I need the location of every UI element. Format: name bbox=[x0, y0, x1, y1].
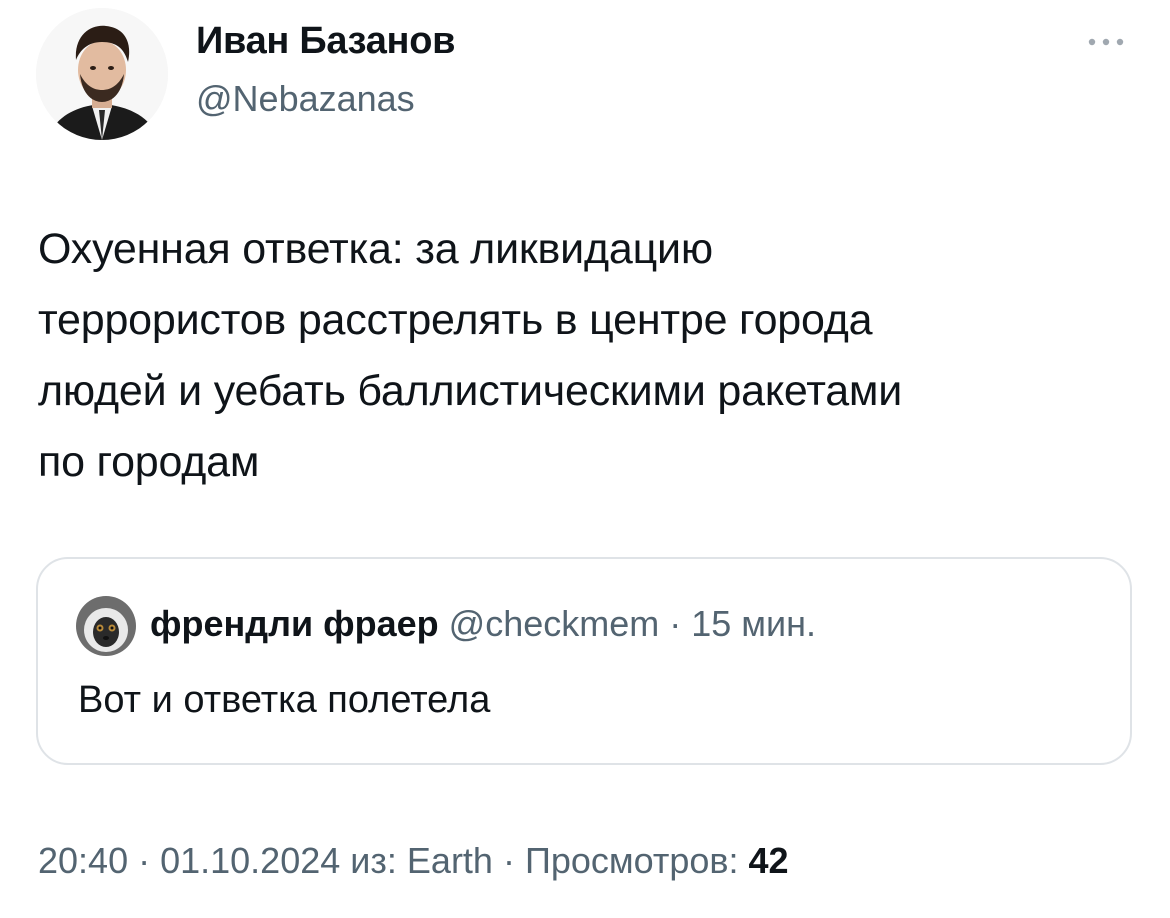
avatar-portrait-icon bbox=[36, 8, 168, 140]
views-count: 42 bbox=[748, 840, 789, 881]
author-name[interactable]: Иван Базанов bbox=[196, 20, 455, 63]
quote-author-handle[interactable]: @checkmem bbox=[449, 603, 660, 644]
tweet-text-line: террористов расстрелять в центре города bbox=[38, 296, 873, 344]
tweet-meta: 20:40 · 01.10.2024 из: Earth · Просмотро… bbox=[38, 840, 789, 882]
author-avatar[interactable] bbox=[36, 8, 168, 140]
lemur-avatar-icon bbox=[76, 596, 136, 656]
tweet-text-line: Охуенная ответка: за ликвидацию bbox=[38, 225, 713, 273]
tweet: Иван Базанов @Nebazanas Охуенная ответка… bbox=[0, 0, 1170, 918]
quote-text: Вот и ответка полетела bbox=[78, 679, 491, 721]
more-dots-icon bbox=[1088, 38, 1124, 46]
more-options-button[interactable] bbox=[1078, 24, 1134, 60]
tweet-text: Охуенная ответка: за ликвидацию террорис… bbox=[38, 214, 1138, 498]
quote-header: френдли фраер @checkmem · 15 мин. bbox=[150, 603, 816, 645]
quote-timestamp[interactable]: 15 мин. bbox=[691, 603, 816, 644]
tweet-text-line: людей и уебать баллистическими ракетами bbox=[38, 367, 903, 415]
tweet-time[interactable]: 20:40 bbox=[38, 840, 128, 881]
views-label: Просмотров: bbox=[524, 840, 749, 881]
tweet-source: Earth bbox=[406, 840, 493, 881]
meta-separator: · bbox=[492, 840, 525, 881]
quote-separator: · bbox=[659, 603, 692, 644]
author-handle[interactable]: @Nebazanas bbox=[196, 78, 415, 120]
quote-author-avatar[interactable] bbox=[76, 596, 136, 656]
quote-author-name[interactable]: френдли фраер bbox=[150, 603, 439, 644]
tweet-date[interactable]: 01.10.2024 bbox=[160, 840, 340, 881]
meta-separator: · bbox=[128, 840, 161, 881]
tweet-text-line: по городам bbox=[38, 438, 260, 486]
quoted-tweet-card[interactable]: френдли фраер @checkmem · 15 мин. Вот и … bbox=[36, 557, 1132, 765]
source-prefix: из: bbox=[340, 840, 407, 881]
